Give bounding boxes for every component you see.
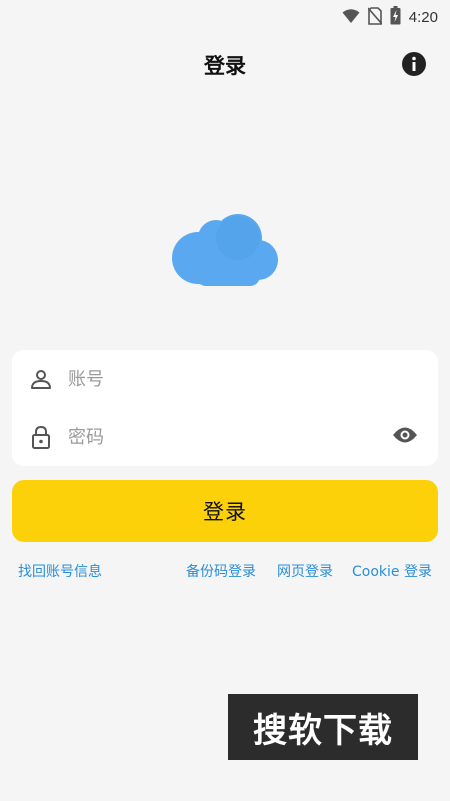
cookie-login-link[interactable]: Cookie 登录 [352,562,432,582]
backup-code-login-link[interactable]: 备份码登录 [186,562,256,582]
user-icon [28,366,54,392]
no-sim-icon [367,6,383,29]
status-bar: 4:20 [0,0,450,30]
status-time: 4:20 [408,9,438,26]
password-row [12,408,438,466]
wifi-icon [342,8,360,28]
recover-account-link[interactable]: 找回账号信息 [18,562,102,582]
watermark-banner: 搜软下载 [228,694,418,760]
info-button[interactable] [400,52,428,80]
password-input[interactable] [66,416,388,458]
cloud-icon [168,214,282,292]
status-icons: 4:20 [342,6,438,29]
account-row [12,350,438,408]
toggle-password-visibility[interactable] [390,422,420,452]
login-button[interactable]: 登录 [12,480,438,542]
battery-charging-icon [390,6,401,29]
page-title: 登录 [204,54,246,78]
web-login-link[interactable]: 网页登录 [277,562,333,582]
eye-icon [392,426,418,448]
app-logo [168,212,282,288]
header: 登录 [0,48,450,84]
account-input[interactable] [66,358,388,400]
lock-icon [28,424,54,450]
info-icon [401,51,427,81]
login-form [12,350,438,466]
